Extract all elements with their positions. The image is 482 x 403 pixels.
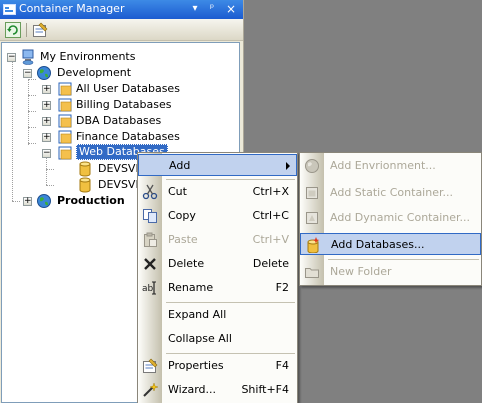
environments-icon: [22, 49, 34, 65]
tree-label: DEVSVI: [98, 162, 139, 175]
pin-icon[interactable]: ᵖ: [205, 2, 219, 16]
dropdown-icon[interactable]: ▾: [188, 2, 202, 16]
tree-label: Billing Databases: [76, 98, 172, 111]
wizard-icon: [143, 382, 158, 397]
menu-separator: [166, 302, 295, 303]
container-icon: [58, 98, 72, 112]
tree-label-production: Production: [57, 194, 125, 207]
container-icon: [58, 114, 72, 128]
close-icon[interactable]: ×: [224, 2, 238, 16]
tree-label: All User Databases: [76, 82, 180, 95]
menu-item-add[interactable]: Add: [138, 154, 297, 176]
menu-item-expand-all[interactable]: Expand All: [138, 304, 297, 326]
menu-item-collapse-all[interactable]: Collapse All: [138, 328, 297, 350]
paste-icon: [144, 232, 157, 247]
expand-icon[interactable]: +: [42, 117, 51, 126]
database-icon: [79, 177, 91, 193]
tree-node-billing-databases[interactable]: + Billing Databases: [2, 97, 238, 113]
delete-icon: [144, 258, 156, 270]
menu-separator: [166, 353, 295, 354]
menu-item-new-folder[interactable]: New Folder: [300, 261, 481, 283]
menu-item-paste[interactable]: Paste Ctrl+V: [138, 229, 297, 251]
add-submenu: Add Envrionment... Add Static Container.…: [299, 152, 482, 286]
tree-node-dba-databases[interactable]: + DBA Databases: [2, 113, 238, 129]
properties-icon: [143, 358, 158, 373]
refresh-icon[interactable]: [5, 22, 21, 38]
tree-label: DBA Databases: [76, 114, 162, 127]
panel-title-bar[interactable]: Container Manager ▾ ᵖ ×: [0, 0, 243, 19]
dynamic-container-icon: [306, 212, 318, 224]
collapse-icon[interactable]: −: [7, 53, 16, 62]
tree-node-development[interactable]: − Development: [2, 65, 238, 81]
menu-item-delete[interactable]: Delete Delete: [138, 253, 297, 275]
menu-separator: [328, 259, 479, 260]
menu-item-copy[interactable]: Copy Ctrl+C: [138, 205, 297, 227]
tree-node-all-user-databases[interactable]: + All User Databases: [2, 81, 238, 97]
menu-item-add-static-container[interactable]: Add Static Container...: [300, 182, 481, 204]
svg-text:ab: ab: [142, 284, 154, 294]
expand-icon[interactable]: +: [42, 101, 51, 110]
database-icon: [79, 161, 91, 177]
panel-title: Container Manager: [19, 2, 125, 15]
container-icon: [58, 130, 72, 144]
expand-icon[interactable]: +: [42, 133, 51, 142]
container-icon: [58, 146, 72, 160]
menu-item-rename[interactable]: ab Rename F2: [138, 277, 297, 299]
copy-icon: [143, 209, 157, 223]
menu-item-add-databases[interactable]: Add Databases...: [300, 233, 481, 255]
menu-item-cut[interactable]: Cut Ctrl+X: [138, 181, 297, 203]
panel-toolbar: [0, 19, 243, 41]
container-manager-icon: [3, 4, 16, 15]
tree-node-my-environments[interactable]: − My Environments: [2, 49, 238, 65]
submenu-arrow-icon: [286, 162, 290, 170]
globe-icon: [37, 194, 51, 208]
tree-label: DEVSVI: [98, 178, 139, 191]
globe-icon: [305, 159, 319, 173]
menu-item-add-environment[interactable]: Add Envrionment...: [300, 155, 481, 177]
context-menu: Add Cut Ctrl+X Copy Ctrl+C Paste Ctrl+V: [137, 152, 298, 403]
menu-item-properties[interactable]: Properties F4: [138, 355, 297, 377]
tree-node-finance-databases[interactable]: + Finance Databases: [2, 129, 238, 145]
rename-icon: ab: [142, 281, 156, 295]
expand-icon[interactable]: +: [23, 197, 32, 206]
tree-label: Finance Databases: [76, 130, 180, 143]
collapse-icon[interactable]: −: [23, 69, 32, 78]
container-icon: [58, 82, 72, 96]
menu-item-add-dynamic-container[interactable]: Add Dynamic Container...: [300, 207, 481, 229]
menu-item-wizard[interactable]: Wizard... Shift+F4: [138, 379, 297, 401]
scissors-icon: [142, 184, 158, 200]
toolbar-separator: [26, 23, 27, 37]
tree-label-my-environments: My Environments: [40, 50, 136, 63]
add-database-icon: [307, 237, 320, 253]
expand-icon[interactable]: +: [42, 85, 51, 94]
tree-label-development: Development: [57, 66, 132, 79]
folder-icon: [305, 268, 319, 278]
collapse-icon[interactable]: −: [42, 149, 51, 158]
properties-icon[interactable]: [32, 22, 48, 38]
globe-icon: [37, 66, 51, 80]
menu-separator: [166, 179, 295, 180]
static-container-icon: [306, 187, 318, 199]
